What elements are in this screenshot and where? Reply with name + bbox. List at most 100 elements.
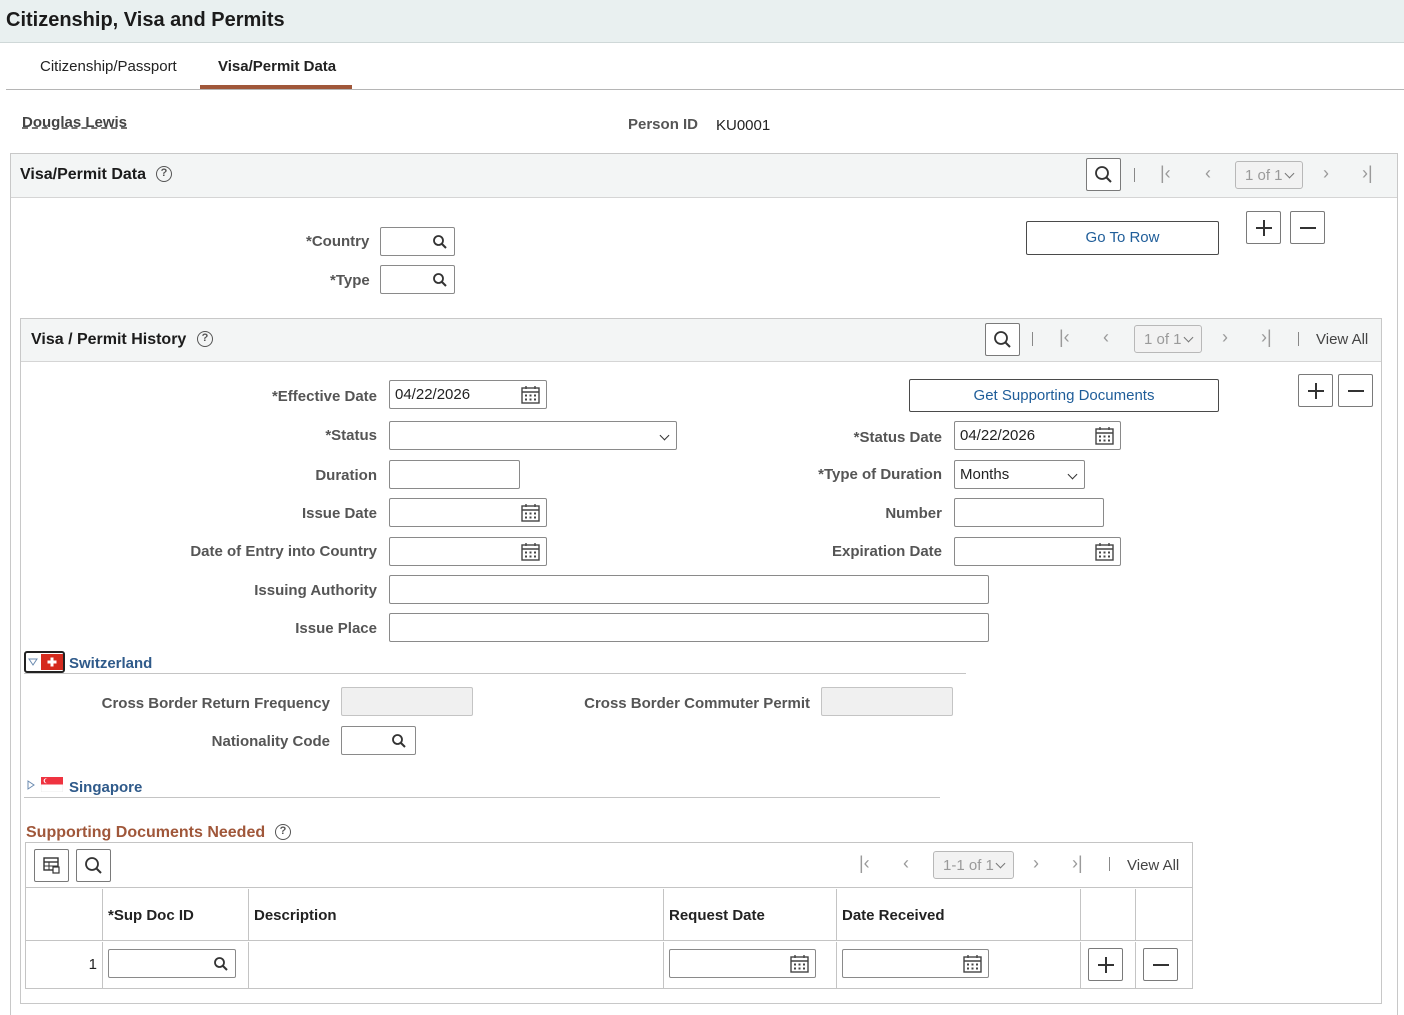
singapore-section-title[interactable]: Singapore bbox=[69, 779, 142, 796]
visa-permit-panel-header bbox=[11, 154, 1397, 198]
search-icon bbox=[392, 734, 406, 748]
calendar-icon bbox=[1095, 543, 1114, 561]
page-title: Citizenship, Visa and Permits bbox=[6, 9, 285, 31]
view-all-link[interactable]: View All bbox=[1316, 331, 1368, 348]
cross-border-commuter-input bbox=[821, 687, 953, 716]
add-document-row-button[interactable] bbox=[1088, 948, 1123, 981]
request-date-input[interactable] bbox=[669, 949, 816, 978]
separator bbox=[1298, 332, 1299, 346]
search-icon bbox=[85, 857, 102, 874]
next-page-icon[interactable]: › bbox=[1323, 163, 1329, 184]
search-icon bbox=[433, 235, 447, 249]
grid-find-button[interactable] bbox=[76, 849, 111, 882]
find-button[interactable] bbox=[985, 323, 1020, 356]
delete-history-row-button[interactable] bbox=[1338, 374, 1373, 407]
type-of-duration-select[interactable]: Months bbox=[954, 460, 1085, 489]
singapore-flag-icon bbox=[41, 777, 63, 792]
triangle-right-icon[interactable] bbox=[27, 780, 35, 790]
date-of-entry-input[interactable] bbox=[389, 537, 547, 566]
separator bbox=[1032, 332, 1033, 346]
type-label: *Type bbox=[330, 272, 370, 289]
column-header-date-received[interactable]: Date Received bbox=[842, 907, 945, 924]
status-date-input[interactable]: 04/22/2026 bbox=[954, 421, 1121, 450]
find-button[interactable] bbox=[1086, 158, 1121, 191]
nationality-code-input[interactable] bbox=[341, 726, 416, 755]
issue-date-input[interactable] bbox=[389, 498, 547, 527]
date-received-input[interactable] bbox=[842, 949, 989, 978]
grid-toolbar bbox=[26, 843, 1192, 888]
tab-citizenship-passport[interactable]: Citizenship/Passport bbox=[40, 58, 177, 75]
expiration-date-input[interactable] bbox=[954, 537, 1121, 566]
issue-date-label: Issue Date bbox=[301, 505, 377, 522]
switzerland-divider bbox=[24, 673, 966, 674]
duration-input[interactable] bbox=[389, 460, 520, 489]
add-history-row-button[interactable] bbox=[1298, 374, 1333, 407]
calendar-icon bbox=[963, 955, 982, 973]
history-pager-select[interactable]: 1 of 1 bbox=[1134, 325, 1202, 353]
previous-page-icon[interactable]: ‹ bbox=[1103, 327, 1109, 348]
calendar-icon bbox=[790, 955, 809, 973]
first-page-icon[interactable]: |‹ bbox=[1160, 163, 1171, 184]
switzerland-section-title[interactable]: Switzerland bbox=[69, 655, 152, 672]
visa-permit-panel-title: Visa/Permit Data bbox=[20, 166, 146, 183]
row-pager-select[interactable]: 1 of 1 bbox=[1235, 161, 1303, 189]
search-icon bbox=[1095, 166, 1112, 183]
supporting-docs-title: Supporting Documents Needed bbox=[26, 824, 266, 841]
add-row-button[interactable] bbox=[1246, 211, 1281, 244]
number-label: Number bbox=[885, 505, 942, 522]
person-name-link[interactable]: Douglas Lewis bbox=[22, 114, 127, 131]
status-date-label: *Status Date bbox=[853, 429, 942, 446]
switzerland-flag-icon bbox=[41, 654, 63, 670]
issue-place-label: Issue Place bbox=[295, 620, 377, 637]
nationality-code-label: Nationality Code bbox=[211, 733, 330, 750]
personalize-grid-button[interactable] bbox=[34, 849, 69, 882]
row-number: 1 bbox=[88, 956, 97, 973]
person-id-label: Person ID bbox=[628, 116, 699, 133]
number-input[interactable] bbox=[954, 498, 1104, 527]
previous-page-icon[interactable]: ‹ bbox=[1205, 163, 1211, 184]
grid-view-all-link[interactable]: View All bbox=[1127, 857, 1179, 874]
delete-row-button[interactable] bbox=[1290, 211, 1325, 244]
help-icon[interactable]: ? bbox=[197, 331, 213, 347]
status-label: *Status bbox=[325, 427, 377, 444]
status-select[interactable] bbox=[389, 421, 677, 450]
previous-page-icon[interactable]: ‹ bbox=[903, 853, 909, 874]
last-page-icon[interactable]: ›| bbox=[1072, 853, 1083, 874]
person-id-value: KU0001 bbox=[716, 117, 771, 134]
country-input[interactable] bbox=[380, 227, 455, 256]
separator bbox=[1109, 857, 1110, 871]
page-header: Citizenship, Visa and Permits bbox=[0, 0, 1404, 43]
tab-visa-permit-data[interactable]: Visa/Permit Data bbox=[218, 58, 336, 75]
calendar-icon bbox=[521, 386, 540, 404]
issue-place-input[interactable] bbox=[389, 613, 989, 642]
next-page-icon[interactable]: › bbox=[1033, 853, 1039, 874]
column-header-request-date[interactable]: Request Date bbox=[669, 907, 765, 924]
singapore-divider bbox=[24, 797, 940, 798]
first-page-icon[interactable]: |‹ bbox=[1059, 327, 1070, 348]
search-icon bbox=[433, 273, 447, 287]
get-supporting-documents-button[interactable]: Get Supporting Documents bbox=[909, 379, 1219, 412]
go-to-row-button[interactable]: Go To Row bbox=[1026, 221, 1219, 255]
column-header-sup-doc-id[interactable]: *Sup Doc ID bbox=[108, 907, 194, 924]
type-of-duration-label: *Type of Duration bbox=[818, 466, 942, 483]
next-page-icon[interactable]: › bbox=[1222, 327, 1228, 348]
help-icon[interactable]: ? bbox=[275, 824, 291, 840]
grid-pager-select[interactable]: 1-1 of 1 bbox=[933, 851, 1014, 879]
delete-document-row-button[interactable] bbox=[1143, 948, 1178, 981]
switzerland-collapse-toggle[interactable] bbox=[24, 651, 65, 673]
first-page-icon[interactable]: |‹ bbox=[859, 853, 870, 874]
issuing-authority-input[interactable] bbox=[389, 575, 989, 604]
triangle-down-icon bbox=[28, 658, 38, 666]
effective-date-input[interactable]: 04/22/2026 bbox=[389, 380, 547, 409]
last-page-icon[interactable]: ›| bbox=[1261, 327, 1272, 348]
sup-doc-id-input[interactable] bbox=[108, 949, 236, 978]
last-page-icon[interactable]: ›| bbox=[1362, 163, 1373, 184]
grid-settings-icon bbox=[43, 857, 60, 874]
duration-label: Duration bbox=[315, 467, 377, 484]
type-input[interactable] bbox=[380, 265, 455, 294]
column-header-description[interactable]: Description bbox=[254, 907, 337, 924]
cross-border-return-input bbox=[341, 687, 473, 716]
search-icon bbox=[214, 957, 228, 971]
help-icon[interactable]: ? bbox=[156, 166, 172, 182]
issuing-authority-label: Issuing Authority bbox=[254, 582, 377, 599]
